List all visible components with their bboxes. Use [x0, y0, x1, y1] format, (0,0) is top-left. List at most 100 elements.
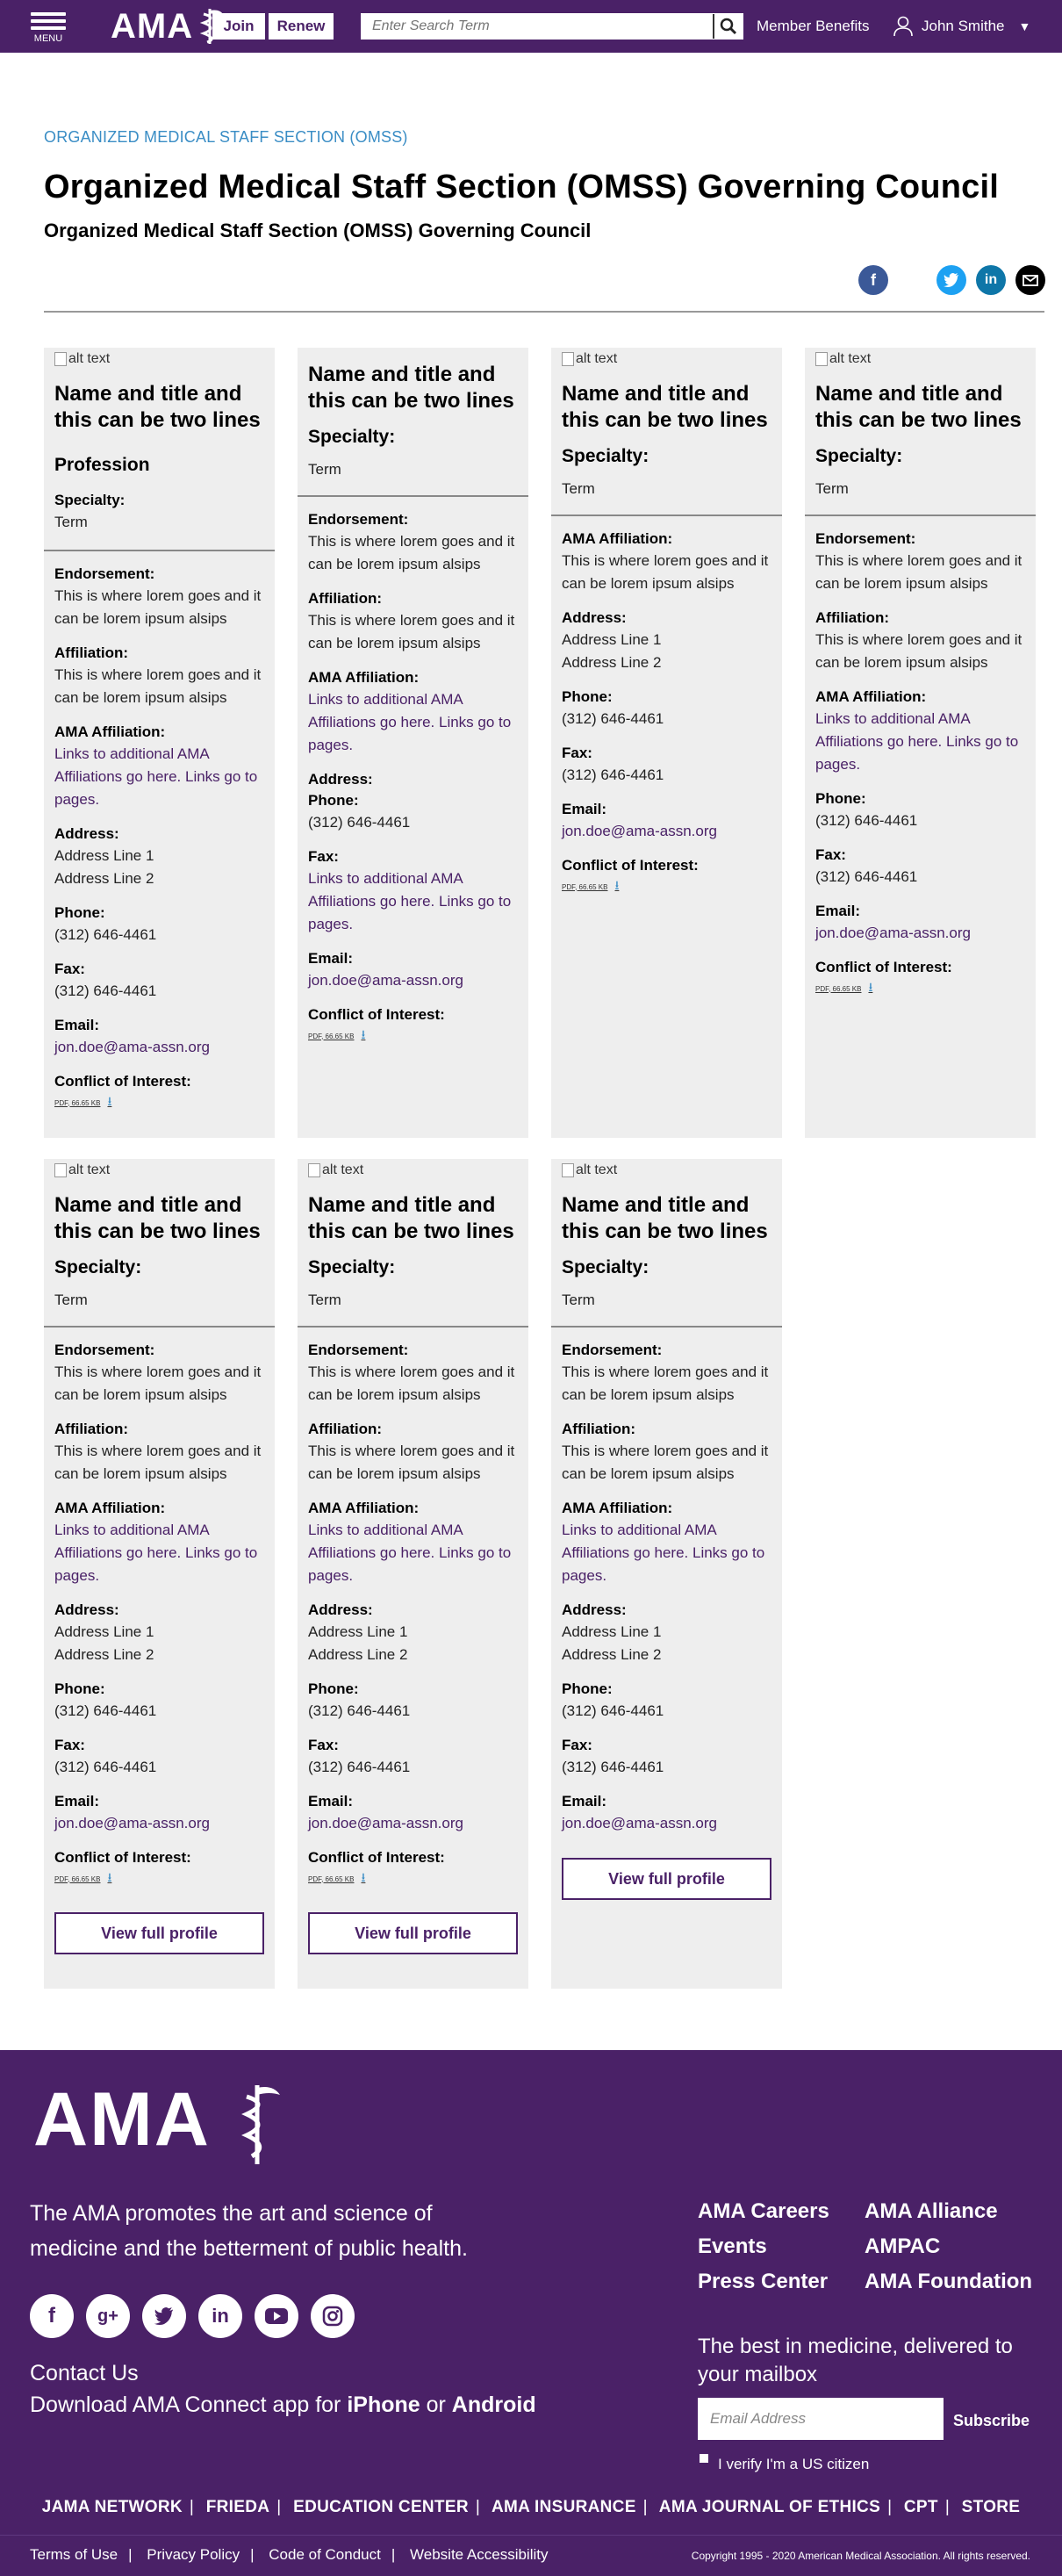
user-menu[interactable]: John Smithe ▼ — [893, 16, 1030, 37]
view-full-profile-button[interactable]: View full profile — [308, 1912, 518, 1954]
footer-link-education-center[interactable]: EDUCATION CENTER — [293, 2498, 469, 2516]
terms-of-use-link[interactable]: Terms of Use — [30, 2546, 118, 2563]
us-citizen-checkbox[interactable] — [700, 2454, 708, 2463]
footer-link-ama-insurance[interactable]: AMA INSURANCE — [492, 2498, 636, 2516]
code-of-conduct-link[interactable]: Code of Conduct — [269, 2546, 381, 2563]
renew-button[interactable]: Renew — [269, 13, 334, 40]
address-label: Address: — [562, 609, 627, 626]
footer-link-jama-network[interactable]: JAMA NETWORK — [42, 2498, 183, 2516]
affiliation-label: Affiliation: — [308, 1421, 383, 1437]
footer-link-ama-careers[interactable]: AMA Careers — [698, 2199, 829, 2224]
footer-link-events[interactable]: Events — [698, 2234, 767, 2259]
address-line-1: Address Line 1 — [562, 1623, 662, 1640]
profile-image: alt text — [562, 1159, 771, 1182]
email-icon[interactable] — [1015, 265, 1045, 295]
card-divider — [298, 1326, 528, 1328]
linkedin-icon[interactable]: in — [198, 2294, 242, 2338]
search-button[interactable] — [713, 14, 743, 39]
address-label: Address: — [308, 771, 373, 788]
email-label: Email: — [54, 1793, 100, 1810]
footer-link-ama-alliance[interactable]: AMA Alliance — [865, 2199, 998, 2224]
view-full-profile-button[interactable]: View full profile — [562, 1858, 771, 1900]
coi-pdf-link[interactable]: PDF, 66.65 KB ⭳ — [308, 1025, 518, 1047]
user-icon — [893, 16, 913, 37]
coi-pdf-link[interactable]: PDF, 66.65 KB ⭳ — [54, 1868, 264, 1889]
specialty-value: Term — [308, 461, 341, 478]
subscribe-button[interactable]: Subscribe — [953, 2412, 1030, 2430]
footer-link-ama-foundation[interactable]: AMA Foundation — [865, 2270, 1032, 2294]
twitter-icon[interactable] — [936, 265, 966, 295]
member-card: alt text Name and title and this can be … — [44, 348, 275, 1138]
breadcrumb[interactable]: ORGANIZED MEDICAL STAFF SECTION (OMSS) — [44, 128, 408, 147]
user-name: John Smithe — [922, 18, 1005, 34]
coi-label: Conflict of Interest: — [54, 1849, 191, 1866]
contact-us-link[interactable]: Contact Us — [30, 2361, 139, 2386]
google-plus-icon[interactable]: g+ — [86, 2294, 130, 2338]
card-divider — [551, 1326, 782, 1328]
member-card: Name and title and this can be two lines… — [298, 348, 528, 1138]
ama-affiliation-label: AMA Affiliation: — [54, 1500, 166, 1516]
fax-link[interactable]: Links to additional AMA Affiliations go … — [308, 867, 518, 936]
top-navigation-bar: MENU AMA Join Renew Member Benefits John… — [0, 0, 1062, 53]
search-input[interactable] — [362, 14, 713, 39]
ama-affiliation-link[interactable]: Links to additional AMA Affiliations go … — [54, 743, 264, 811]
email-link[interactable]: jon.doe@ama-assn.org — [815, 922, 1025, 945]
download-icon: ⭳ — [107, 1870, 112, 1884]
view-full-profile-button[interactable]: View full profile — [54, 1912, 264, 1954]
ama-affiliation-link[interactable]: Links to additional AMA Affiliations go … — [308, 1519, 518, 1587]
coi-pdf-link[interactable]: PDF, 66.65 KB ⭳ — [54, 1092, 264, 1113]
endorsement-label: Endorsement: — [815, 530, 916, 547]
footer-link-cpt[interactable]: CPT — [904, 2498, 938, 2516]
member-benefits-link[interactable]: Member Benefits — [757, 18, 870, 35]
ama-affiliation-link[interactable]: Links to additional AMA Affiliations go … — [815, 708, 1025, 776]
broken-image-icon — [54, 352, 67, 366]
privacy-policy-link[interactable]: Privacy Policy — [147, 2546, 240, 2563]
menu-button[interactable]: MENU — [30, 9, 67, 44]
email-link[interactable]: jon.doe@ama-assn.org — [54, 1812, 264, 1835]
coi-pdf-link[interactable]: PDF, 66.65 KB ⭳ — [308, 1868, 518, 1889]
facebook-icon[interactable]: f — [30, 2294, 74, 2338]
linkedin-icon[interactable]: in — [976, 265, 1006, 295]
ama-affiliation-link[interactable]: Links to additional AMA Affiliations go … — [308, 688, 518, 757]
newsletter-email-input[interactable]: Email Address — [698, 2398, 944, 2440]
email-link[interactable]: jon.doe@ama-assn.org — [54, 1036, 264, 1059]
fax-label: Fax: — [54, 1737, 85, 1753]
ama-logo[interactable]: AMA — [111, 7, 225, 47]
affiliation-label: Affiliation: — [815, 609, 890, 626]
footer-link-press-center[interactable]: Press Center — [698, 2270, 828, 2294]
footer-link-store[interactable]: STORE — [962, 2498, 1021, 2516]
profile-image: alt text — [562, 348, 771, 371]
header-divider — [44, 311, 1044, 313]
join-button[interactable]: Join — [212, 13, 265, 40]
address-line-2: Address Line 2 — [562, 654, 662, 671]
footer-link-frieda[interactable]: FRIEDA — [206, 2498, 270, 2516]
email-link[interactable]: jon.doe@ama-assn.org — [308, 1812, 518, 1835]
twitter-icon[interactable] — [142, 2294, 186, 2338]
member-name: Name and title and this can be two lines — [54, 382, 261, 432]
coi-pdf-link[interactable]: PDF, 66.65 KB ⭳ — [562, 876, 771, 897]
website-accessibility-link[interactable]: Website Accessibility — [410, 2546, 548, 2563]
email-link[interactable]: jon.doe@ama-assn.org — [562, 1812, 771, 1835]
footer-ama-logo[interactable]: AMA — [33, 2076, 283, 2169]
coi-pdf-link[interactable]: PDF, 66.65 KB ⭳ — [815, 978, 1025, 999]
android-app-link[interactable]: Android — [452, 2393, 536, 2417]
endorsement-value: This is where lorem goes and it can be l… — [308, 533, 515, 572]
footer-link-ampac[interactable]: AMPAC — [865, 2234, 940, 2259]
member-name: Name and title and this can be two lines — [562, 1193, 768, 1243]
youtube-icon[interactable] — [255, 2294, 298, 2338]
facebook-icon[interactable]: f — [858, 265, 888, 295]
ama-affiliation-link[interactable]: Links to additional AMA Affiliations go … — [54, 1519, 264, 1587]
member-name: Name and title and this can be two lines — [562, 382, 768, 432]
endorsement-value: This is where lorem goes and it can be l… — [54, 587, 262, 627]
iphone-app-link[interactable]: iPhone — [347, 2393, 420, 2417]
instagram-icon[interactable] — [311, 2294, 355, 2338]
fax-label: Fax: — [308, 848, 339, 865]
footer-link-journal-of-ethics[interactable]: AMA JOURNAL OF ETHICS — [659, 2498, 880, 2516]
menu-label: MENU — [33, 33, 63, 44]
email-link[interactable]: jon.doe@ama-assn.org — [562, 820, 771, 843]
email-link[interactable]: jon.doe@ama-assn.org — [308, 969, 518, 992]
phone-value: (312) 646-4461 — [54, 926, 157, 943]
address-label: Address: — [54, 1601, 119, 1618]
ama-affiliation-link[interactable]: Links to additional AMA Affiliations go … — [562, 1519, 771, 1587]
phone-value: (312) 646-4461 — [815, 812, 918, 829]
